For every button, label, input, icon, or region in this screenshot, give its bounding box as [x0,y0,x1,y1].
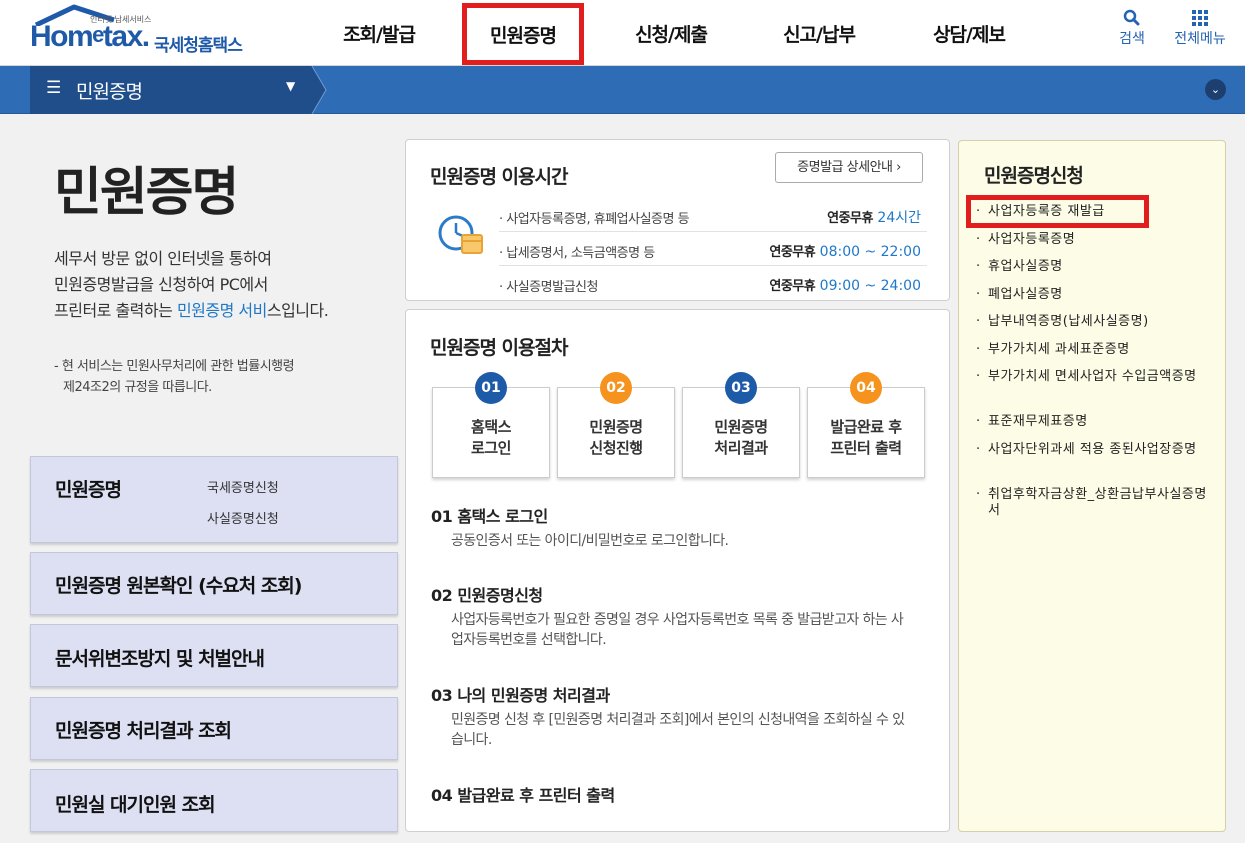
menu-box-forgery-prevention[interactable]: 문서위변조방지 및 처벌안내 [30,624,398,687]
step-number: 03 [725,372,757,404]
logo-wordmark: Hometax. [30,20,150,53]
menu-box-title: 민원증명 [55,479,122,501]
header: 인터넷 납세서비스 Hometax. 국세청홈택스 조회/발급 민원증명 신청/… [0,0,1245,66]
hours-label: · 사실증명발급신청 [499,280,598,295]
step-number: 04 [850,372,882,404]
apply-item[interactable]: 휴업사실증명 [976,259,1214,275]
procedure-detail-body: 민원증명 신청 후 [민원증명 처리결과 조회]에서 본인의 신청내역을 조회하… [451,712,905,748]
menu-box-original-check[interactable]: 민원증명 원본확인 (수요처 조회) [30,552,398,615]
caret-down-icon: ▼ [286,79,296,93]
all-menu-button[interactable]: 전체메뉴 [1168,6,1232,48]
step-number: 02 [600,372,632,404]
all-menu-label: 전체메뉴 [1174,31,1226,47]
nav-apply-submit[interactable]: 신청/제출 [610,0,732,66]
selection-highlight [966,195,1149,228]
step-label: 홈택스 로그인 [471,418,511,457]
procedure-detail-heading: 03 나의 민원증명 처리결과 [431,686,610,705]
menu-box-title: 문서위변조방지 및 처벌안내 [55,648,265,670]
nav-civil-certificate[interactable]: 민원증명 [462,3,584,65]
menu-box-title: 민원증명 원본확인 (수요처 조회) [55,575,302,597]
apply-panel-title: 민원증명신청 [984,165,1084,187]
apply-item[interactable]: 사업자등록증명 [976,232,1214,248]
step-number: 01 [475,372,507,404]
nav-report-pay[interactable]: 신고/납부 [758,0,880,66]
grid-menu-icon [1192,10,1208,26]
menu-box-civil-certificate[interactable]: 민원증명 국세증명신청 사실증명신청 [30,456,398,543]
note-line: 제24조2의 규정을 따릅니다. [63,380,212,395]
apply-item[interactable]: 사업자단위과세 적용 종된사업장증명 [976,442,1212,458]
step-result: 03 민원증명 처리결과 [682,372,800,478]
hours-row: · 납세증명서, 소득금액증명 등 연중무휴 08:00 ~ 22:00 [499,234,927,266]
description-line: 프린터로 출력하는 민원증명 서비스입니다. [54,301,329,320]
detail-guide-label: 증명발급 상세안내 [797,160,893,175]
procedure-detail-heading: 04 발급완료 후 프린터 출력 [431,786,615,805]
menu-box-title: 민원실 대기인원 조회 [55,794,216,816]
apply-item[interactable]: 취업후학자금상환_상환금납부사실증명서 [976,487,1212,519]
sub-navigation-bar: ☰ 민원증명 ▼ [0,66,1245,114]
national-tax-cert-link[interactable]: 국세증명신청 [207,477,279,496]
hours-label: · 납세증명서, 소득금액증명 등 [499,246,655,261]
step-login: 01 홈택스 로그인 [432,372,550,478]
chevron-right-icon: › [896,160,901,175]
service-hours-title: 민원증명 이용시간 [430,166,568,188]
chevron-down-icon[interactable]: ⌄ [1205,79,1226,100]
procedure-detail-heading: 01 홈택스 로그인 [431,507,548,526]
step-label: 민원증명 처리결과 [714,418,768,457]
page-title: 민원증명 [54,163,239,223]
nav-consult-report[interactable]: 상담/제보 [908,0,1030,66]
legal-note: - 현 서비스는 민원사무처리에 관한 법률시행령 제24조2의 규정을 따릅니… [54,356,384,398]
hours-value: 연중무휴 08:00 ~ 22:00 [769,244,921,260]
description-line: 세무서 방문 없이 인터넷을 통하여 [54,249,272,268]
hours-value: 연중무휴 24시간 [827,210,921,226]
nav-lookup-issue[interactable]: 조회/발급 [318,0,440,66]
hours-row: · 사실증명발급신청 연중무휴 09:00 ~ 24:00 [499,268,927,300]
step-label: 발급완료 후 프린터 출력 [830,418,902,457]
apply-item[interactable]: 납부내역증명(납세사실증명) [976,314,1214,330]
step-label: 민원증명 신청진행 [589,418,643,457]
step-apply: 02 민원증명 신청진행 [557,372,675,478]
search-button[interactable]: 검색 [1110,6,1154,48]
apply-item[interactable]: 부가가치세 과세표준증명 [976,342,1214,358]
breadcrumb-dropdown[interactable]: ☰ 민원증명 ▼ [30,66,326,114]
menu-box-title: 민원증명 처리결과 조회 [55,720,232,742]
apply-item[interactable]: 부가가치세 면세사업자 수입금액증명 [976,369,1212,385]
hours-value: 연중무휴 09:00 ~ 24:00 [769,278,921,294]
page-description: 세무서 방문 없이 인터넷을 통하여 민원증명발급을 신청하여 PC에서 프린터… [54,246,394,324]
note-line: - 현 서비스는 민원사무처리에 관한 법률시행령 [54,359,295,374]
fact-cert-link[interactable]: 사실증명신청 [207,508,279,527]
search-icon [1123,9,1140,26]
step-print: 04 발급완료 후 프린터 출력 [807,372,925,478]
menu-box-waiting-count[interactable]: 민원실 대기인원 조회 [30,769,398,832]
clock-calendar-icon [438,215,483,254]
procedure-detail-body: 공동인증서 또는 아이디/비밀번호로 로그인합니다. [451,533,729,549]
service-highlight: 민원증명 서비 [176,301,267,320]
search-label: 검색 [1119,31,1145,47]
description-line: 민원증명발급을 신청하여 PC에서 [54,275,268,294]
procedure-detail-heading: 02 민원증명신청 [431,586,543,605]
procedure-detail-body: 사업자등록번호가 필요한 증명일 경우 사업자등록번호 목록 중 발급받고자 하… [451,612,904,648]
menu-box-result-lookup[interactable]: 민원증명 처리결과 조회 [30,697,398,760]
apply-item[interactable]: 폐업사실증명 [976,287,1214,303]
procedure-title: 민원증명 이용절차 [430,337,568,359]
logo-name: 국세청홈택스 [154,36,243,56]
hours-label: · 사업자등록증명, 휴폐업사실증명 등 [499,212,690,227]
hours-row: · 사업자등록증명, 휴폐업사실증명 등 연중무휴 24시간 [499,200,927,232]
detail-guide-button[interactable]: 증명발급 상세안내 › [775,152,923,183]
hometax-logo[interactable]: 인터넷 납세서비스 Hometax. 국세청홈택스 [28,4,268,60]
hamburger-icon: ☰ [46,78,62,98]
apply-item[interactable]: 표준재무제표증명 [976,414,1214,430]
breadcrumb-label: 민원증명 [76,81,143,103]
